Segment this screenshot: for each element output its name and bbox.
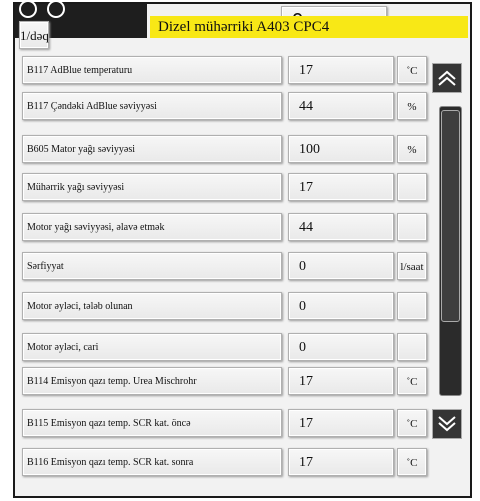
row-unit: ˚C (397, 409, 427, 437)
row-label[interactable]: B115 Emisyon qazı temp. SCR kat. öncə (22, 409, 282, 437)
scroll-up-button[interactable] (432, 63, 462, 93)
row-value: 44 (288, 92, 394, 120)
row-label[interactable]: Sərfiyyat (22, 252, 282, 280)
row-label[interactable]: B117 AdBlue temperaturu (22, 56, 282, 84)
row-label[interactable]: B116 Emisyon qazı temp. SCR kat. sonra (22, 448, 282, 476)
row-label[interactable]: Motor əyləci, tələb olunan (22, 292, 282, 320)
row-unit (397, 333, 427, 361)
rpm-display: 1/dəq 0 (15, 0, 387, 49)
row-value: 17 (288, 367, 394, 395)
row-value: 100 (288, 135, 394, 163)
row-label[interactable]: B114 Emisyon qazı temp. Urea Mischrohr (22, 367, 282, 395)
page-title: Dizel mühərriki A403 CPC4 (150, 16, 468, 38)
row-unit: l/saat (397, 252, 427, 280)
row-label[interactable]: B117 Çəndəki AdBlue səviyyəsi (22, 92, 282, 120)
row-label[interactable]: Motor əyləci, cari (22, 333, 282, 361)
row-unit (397, 173, 427, 201)
row-unit: ˚C (397, 448, 427, 476)
row-unit: ˚C (397, 56, 427, 84)
row-value: 17 (288, 448, 394, 476)
chevron-up-double-icon (438, 70, 456, 86)
status-circle-icon (47, 0, 65, 18)
row-label[interactable]: B605 Mator yağı səviyyəsi (22, 135, 282, 163)
row-unit (397, 213, 427, 241)
row-label[interactable]: Motor yağı səviyyəsi, əlavə etmək (22, 213, 282, 241)
row-value: 0 (288, 292, 394, 320)
row-value: 17 (288, 173, 394, 201)
row-label[interactable]: Mühərrik yağı səviyyəsi (22, 173, 282, 201)
rpm-unit: 1/dəq (19, 21, 49, 49)
scrollbar-thumb[interactable] (441, 110, 460, 322)
scroll-down-button[interactable] (432, 409, 462, 439)
chevron-down-double-icon (438, 416, 456, 432)
row-unit: % (397, 135, 427, 163)
row-value: 0 (288, 333, 394, 361)
status-circle-icon (19, 0, 37, 18)
row-value: 17 (288, 409, 394, 437)
row-value: 44 (288, 213, 394, 241)
row-value: 17 (288, 56, 394, 84)
row-unit: % (397, 92, 427, 120)
row-value: 0 (288, 252, 394, 280)
row-unit: ˚C (397, 367, 427, 395)
row-unit (397, 292, 427, 320)
scrollbar-track[interactable] (439, 106, 462, 396)
